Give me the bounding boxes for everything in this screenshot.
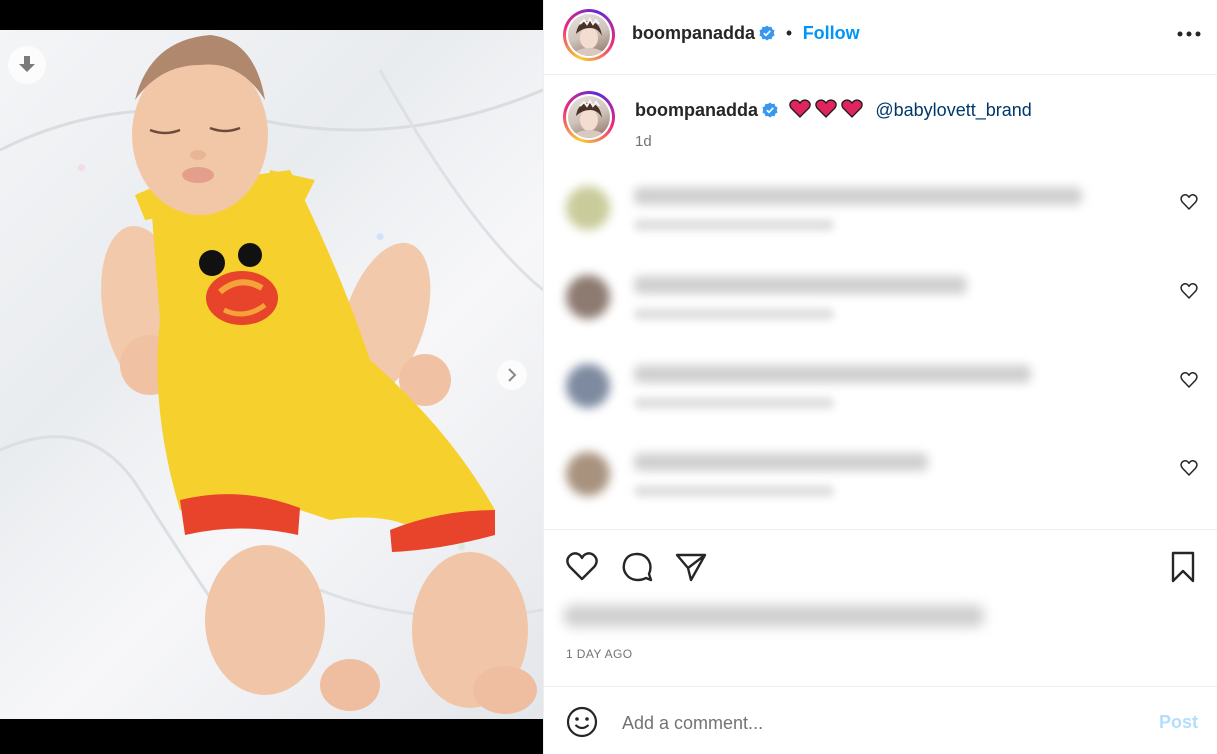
likes-summary xyxy=(564,605,984,627)
comment-like-heart-icon[interactable] xyxy=(1180,193,1198,211)
follow-button[interactable]: Follow xyxy=(803,23,860,43)
smiley-face-icon[interactable] xyxy=(566,706,598,738)
avatar-photo xyxy=(573,99,605,138)
comment-row xyxy=(544,269,1217,349)
download-button[interactable] xyxy=(8,46,46,84)
post-photo xyxy=(0,30,543,719)
comment-row xyxy=(544,446,1217,526)
comment-text xyxy=(634,276,967,294)
comment-composer: Post xyxy=(544,686,1217,754)
post-header: boompanadda • Follow xyxy=(544,0,1217,75)
comment-text xyxy=(634,187,1082,205)
chevron-right-icon xyxy=(508,368,517,382)
separator-dot: • xyxy=(785,23,793,43)
author-avatar[interactable] xyxy=(563,9,615,61)
comment-like-heart-icon[interactable] xyxy=(1180,371,1198,389)
brand-mention-link[interactable]: @babylovett_brand xyxy=(875,100,1031,120)
bookmark-icon[interactable] xyxy=(1166,550,1200,584)
comment-meta xyxy=(634,308,834,320)
comment-meta xyxy=(634,485,834,497)
caption: boompanadda @babylovett_brand 1d xyxy=(544,88,1217,158)
heart-emoji-icon xyxy=(789,99,863,118)
comment-row xyxy=(544,358,1217,438)
header-author: boompanadda • Follow xyxy=(632,23,860,44)
post-details-panel: boompanadda • Follow boompanadda @babylo… xyxy=(543,0,1217,754)
caption-time: 1d xyxy=(635,133,652,150)
comment-bubble-icon[interactable] xyxy=(620,550,654,584)
caption-avatar[interactable] xyxy=(563,91,615,143)
post-button[interactable]: Post xyxy=(1159,712,1198,733)
caption-text: boompanadda @babylovett_brand xyxy=(635,99,1032,124)
comment-like-heart-icon[interactable] xyxy=(1180,459,1198,477)
heart-icon[interactable] xyxy=(565,550,599,584)
comment-row xyxy=(544,180,1217,260)
comment-text xyxy=(634,365,1031,383)
more-horizontal-icon xyxy=(1177,31,1201,37)
verified-badge-icon xyxy=(759,25,775,41)
comment-avatar[interactable] xyxy=(566,364,610,408)
comment-avatar[interactable] xyxy=(566,275,610,319)
comment-avatar[interactable] xyxy=(566,186,610,230)
action-bar: 1 DAY AGO xyxy=(544,529,1217,686)
post-timestamp: 1 DAY AGO xyxy=(566,647,633,661)
comment-meta xyxy=(634,219,834,231)
avatar-photo xyxy=(573,17,605,56)
verified-badge-icon xyxy=(762,102,778,118)
comment-input[interactable] xyxy=(620,707,1144,739)
post-media xyxy=(0,0,543,754)
baby-illustration xyxy=(0,35,543,714)
caption-username[interactable]: boompanadda xyxy=(635,100,758,120)
hearts-emoji xyxy=(789,99,867,124)
comment-like-heart-icon[interactable] xyxy=(1180,282,1198,300)
comment-text xyxy=(634,453,928,471)
comment-avatar[interactable] xyxy=(566,452,610,496)
next-photo-button[interactable] xyxy=(497,360,527,390)
paper-plane-icon[interactable] xyxy=(674,550,708,584)
comment-meta xyxy=(634,397,834,409)
download-arrow-icon xyxy=(19,56,35,72)
author-username[interactable]: boompanadda xyxy=(632,23,755,43)
more-options-button[interactable] xyxy=(1174,22,1204,46)
